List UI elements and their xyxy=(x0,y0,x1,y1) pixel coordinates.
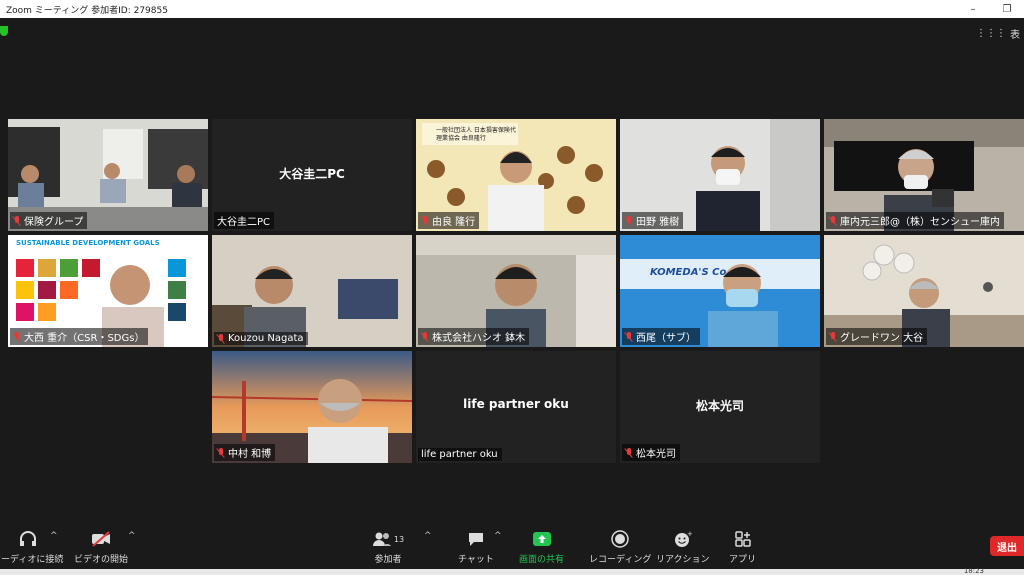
minimize-button[interactable]: – xyxy=(956,0,990,18)
video-tile-yura[interactable]: 一般社団法人 日本損害保険代理業協会 由良隆行 由良 隆行 xyxy=(416,119,616,231)
view-switch-label: 表 xyxy=(1010,30,1020,41)
taskbar-clock: 18:23 xyxy=(963,567,984,575)
reaction-emoji-icon: + xyxy=(672,529,694,549)
mic-muted-icon xyxy=(829,215,837,226)
os-taskbar: 18:23 xyxy=(0,567,1024,575)
apps-label: アプリ xyxy=(729,555,757,565)
reactions-button[interactable]: + リアクション xyxy=(656,529,710,565)
video-tile-nagata[interactable]: Kouzou Nagata xyxy=(212,235,412,347)
mic-muted-icon xyxy=(625,331,633,342)
video-tile-otani-pc[interactable]: 大谷圭二PC 大谷圭二PC xyxy=(212,119,412,231)
video-tile-life-partner-oku[interactable]: life partner oku life partner oku xyxy=(416,351,616,463)
tile-banner-text: 一般社団法人 日本損害保険代理業協会 由良隆行 xyxy=(436,127,516,142)
mic-muted-icon xyxy=(13,331,21,342)
grid-icon: ⋮⋮⋮ xyxy=(976,28,1006,39)
participant-name-tag: 株式会社ハシオ 鉢木 xyxy=(418,328,530,345)
share-screen-label: 画面の共有 xyxy=(519,555,565,565)
participant-name-tag: 田野 雅樹 xyxy=(622,212,684,229)
record-icon xyxy=(609,529,631,549)
participants-icon: 13 xyxy=(370,529,406,549)
mic-muted-icon xyxy=(421,215,429,226)
svg-text:+: + xyxy=(687,530,692,538)
chat-options-caret[interactable]: ^ xyxy=(494,531,502,541)
participant-center-name: 松本光司 xyxy=(695,399,744,413)
start-video-label: ビデオの開始 xyxy=(74,555,129,565)
video-frame xyxy=(212,235,412,347)
participants-label: 参加者 xyxy=(374,555,402,565)
participant-name-tag: 西尾（サブ） xyxy=(622,328,700,345)
apps-icon xyxy=(732,529,754,549)
video-tile-tano[interactable]: 田野 雅樹 xyxy=(620,119,820,231)
encryption-shield-icon[interactable] xyxy=(0,26,8,36)
audio-options-caret[interactable]: ^ xyxy=(50,531,58,541)
participant-name-tag: グレードワン 大谷 xyxy=(826,328,928,345)
tile-banner-text: KOMEDA'S Co xyxy=(650,267,727,278)
mic-muted-icon xyxy=(829,331,837,342)
participant-name-tag: 庫内元三郎@（株）センシュー庫内 xyxy=(826,212,1004,229)
video-tile-nakamura[interactable]: 中村 和博 xyxy=(212,351,412,463)
participant-center-name: life partner oku xyxy=(463,397,569,411)
video-tile-matsumoto[interactable]: 松本光司 松本光司 xyxy=(620,351,820,463)
apps-button[interactable]: アプリ xyxy=(729,529,756,565)
leave-meeting-button[interactable]: 退出 xyxy=(990,536,1024,556)
participant-name-tag: 中村 和博 xyxy=(214,444,276,461)
meeting-toolbar: オーディオに接続 ^ ビデオの開始 ^ 13 参加者 ^ チャット ^ 画面の共… xyxy=(0,523,1024,575)
participant-name-tag: 保険グループ xyxy=(10,212,88,229)
participant-name-tag: life partner oku xyxy=(418,448,502,461)
restore-button[interactable]: ❐ xyxy=(990,0,1024,18)
start-video-button[interactable]: ビデオの開始 xyxy=(74,529,128,565)
chat-icon xyxy=(465,529,487,549)
window-controls: – ❐ xyxy=(956,0,1024,18)
video-tile-hashio[interactable]: 株式会社ハシオ 鉢木 xyxy=(416,235,616,347)
share-screen-icon xyxy=(531,529,553,549)
chat-label: チャット xyxy=(458,555,494,565)
participant-center-name: 大谷圭二PC xyxy=(279,167,345,181)
mic-muted-icon xyxy=(217,333,225,344)
participant-name-tag: 大谷圭二PC xyxy=(214,212,275,229)
participants-button[interactable]: 13 参加者 xyxy=(370,529,406,565)
share-screen-button[interactable]: 画面の共有 xyxy=(519,529,564,565)
video-tile-kurauchi-active-speaker[interactable]: 庫内元三郎@（株）センシュー庫内 xyxy=(824,119,1024,231)
participant-name-tag: 由良 隆行 xyxy=(418,212,480,229)
mic-muted-icon xyxy=(13,215,21,226)
tile-banner-text: SUSTAINABLE DEVELOPMENT GOALS xyxy=(16,239,160,247)
mic-muted-icon xyxy=(421,331,429,342)
record-label: レコーディング xyxy=(589,555,652,565)
participants-options-caret[interactable]: ^ xyxy=(424,531,432,541)
record-button[interactable]: レコーディング xyxy=(589,529,651,565)
participant-name-tag: 松本光司 xyxy=(622,444,680,461)
gallery-view: ⋮⋮⋮ 表 保険グループ 大谷圭二PC 大谷圭二PC 一般社団法人 日本損害保険… xyxy=(0,18,1024,523)
video-tile-hoken-group[interactable]: 保険グループ xyxy=(8,119,208,231)
reactions-label: リアクション xyxy=(656,555,710,565)
video-options-caret[interactable]: ^ xyxy=(128,531,136,541)
participant-name-tag: 大西 重介（CSR・SDGs） xyxy=(10,328,149,345)
video-off-icon xyxy=(90,529,112,549)
window-titlebar: Zoom ミーティング 参加者ID: 279855 – ❐ xyxy=(0,0,1024,18)
mic-muted-icon xyxy=(625,215,633,226)
participant-name-tag: Kouzou Nagata xyxy=(214,332,308,345)
view-switch-button[interactable]: ⋮⋮⋮ 表 xyxy=(976,26,1020,41)
chat-button[interactable]: チャット xyxy=(458,529,494,565)
window-title: Zoom ミーティング 参加者ID: 279855 xyxy=(6,5,168,16)
participants-count: 13 xyxy=(393,534,405,544)
headphones-icon xyxy=(17,529,39,549)
mic-muted-icon xyxy=(217,447,225,458)
video-tile-gradeone[interactable]: グレードワン 大谷 xyxy=(824,235,1024,347)
mic-muted-icon xyxy=(625,447,633,458)
video-tile-nishio[interactable]: KOMEDA'S Co 西尾（サブ） xyxy=(620,235,820,347)
video-tile-onishi[interactable]: SUSTAINABLE DEVELOPMENT GOALS 大西 重介（CSR・… xyxy=(8,235,208,347)
join-audio-label: オーディオに接続 xyxy=(0,555,64,565)
